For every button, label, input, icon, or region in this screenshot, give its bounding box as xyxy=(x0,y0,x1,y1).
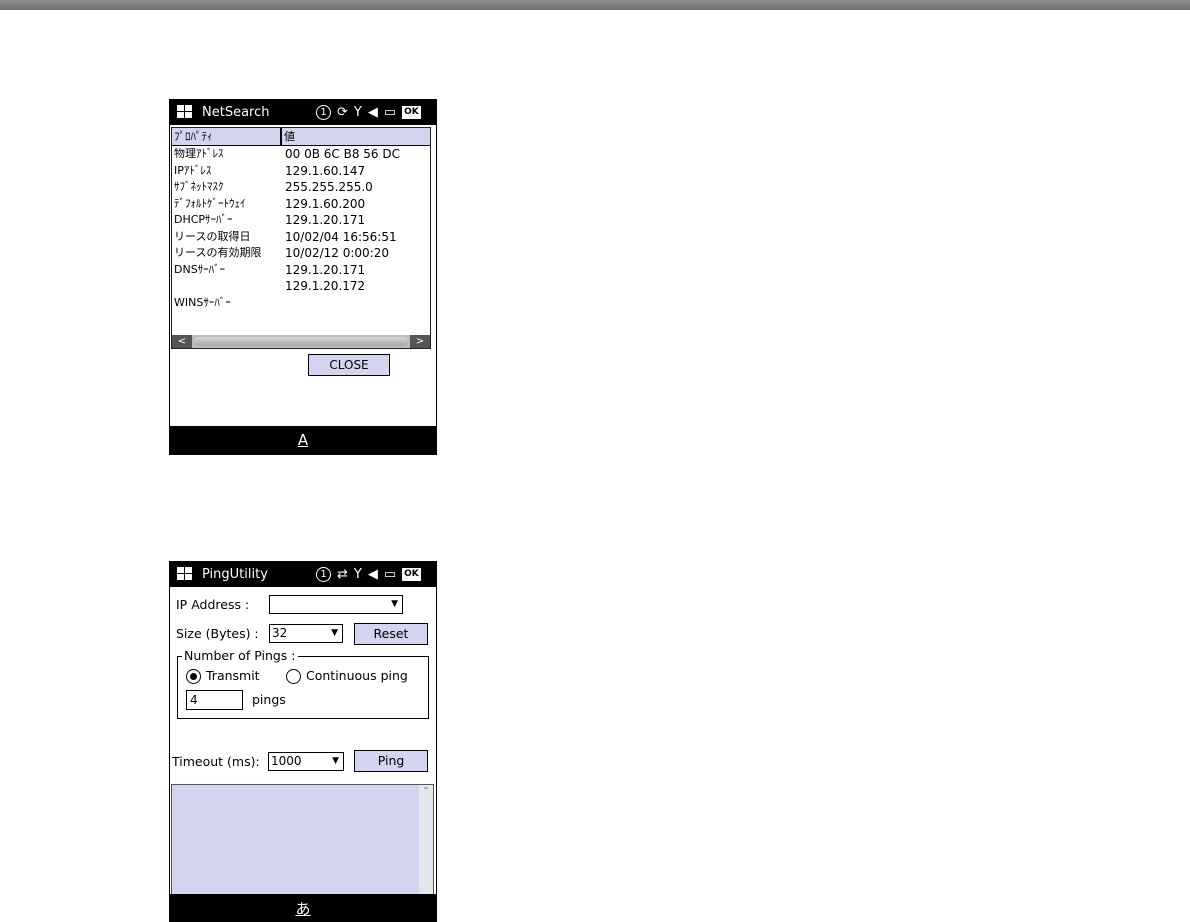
ip-address-label: IP Address : xyxy=(176,597,250,612)
value-cell: 255.255.255.0 xyxy=(285,180,373,194)
continuous-ping-radio[interactable] xyxy=(286,669,301,684)
pingutility-screen: PingUtility 1 ⇄ Y ◀ ▭ OK IP Address : ▼ … xyxy=(169,561,437,922)
value-cell: 10/02/12 0:00:20 xyxy=(285,246,389,260)
input-mode-label[interactable]: あ xyxy=(295,898,310,919)
property-cell xyxy=(172,278,285,295)
sync-icon: ⟳ xyxy=(337,105,348,120)
grid-header: ﾌﾟﾛﾊﾟﾃｨ 値 xyxy=(172,128,430,146)
table-row[interactable]: リースの有効期限 10/02/12 0:00:20 xyxy=(172,245,430,262)
property-grid: ﾌﾟﾛﾊﾟﾃｨ 値 物理ｱﾄﾞﾚｽ 00 0B 6C B8 56 DC IPｱﾄﾞﾚ… xyxy=(171,127,431,349)
start-menu-icon[interactable] xyxy=(177,105,194,120)
input-mode-label[interactable]: A xyxy=(298,431,308,449)
column-header-value[interactable]: 値 xyxy=(282,128,430,145)
size-value: 32 xyxy=(272,626,288,640)
property-cell: IPｱﾄﾞﾚｽ xyxy=(174,163,212,177)
app-title: NetSearch xyxy=(202,105,270,120)
chevron-down-icon[interactable]: ▼ xyxy=(331,625,338,642)
app-title: PingUtility xyxy=(202,567,268,582)
value-cell: 10/02/04 16:56:51 xyxy=(285,229,397,244)
table-row[interactable]: ﾃﾞﾌｫﾙﾄｹﾞｰﾄｳｪｲ 129.1.60.200 xyxy=(172,196,430,213)
scroll-up-icon[interactable]: ⌃ xyxy=(419,785,433,799)
timeout-label: Timeout (ms): xyxy=(172,754,260,769)
table-row[interactable]: 物理ｱﾄﾞﾚｽ 00 0B 6C B8 56 DC xyxy=(172,146,430,163)
start-menu-icon[interactable] xyxy=(177,567,194,582)
input-method-bar[interactable]: A xyxy=(170,426,436,454)
signal-icon: Y xyxy=(353,105,362,120)
reset-button[interactable]: Reset xyxy=(354,623,428,645)
value-cell: 129.1.20.172 xyxy=(285,279,366,293)
pings-count-input[interactable]: 4 xyxy=(186,690,243,710)
data-transfer-icon: ⇄ xyxy=(337,567,348,582)
ping-button[interactable]: Ping xyxy=(354,750,428,772)
scroll-left-icon[interactable]: < xyxy=(172,335,192,348)
value-cell: 00 0B 6C B8 56 DC xyxy=(285,147,400,161)
property-cell: ｻﾌﾞﾈｯﾄﾏｽｸ xyxy=(174,180,224,193)
signal-icon: Y xyxy=(353,567,362,582)
property-cell: DHCPｻｰﾊﾞｰ xyxy=(174,213,233,226)
chevron-down-icon[interactable]: ▼ xyxy=(391,596,398,613)
status-bar: PingUtility 1 ⇄ Y ◀ ▭ OK xyxy=(170,562,436,587)
ok-icon[interactable]: OK xyxy=(402,568,421,581)
transmit-radio[interactable] xyxy=(186,669,201,684)
close-button[interactable]: CLOSE xyxy=(308,354,390,376)
table-row[interactable]: 129.1.20.172 xyxy=(172,278,430,295)
table-row[interactable]: ｻﾌﾞﾈｯﾄﾏｽｸ 255.255.255.0 xyxy=(172,179,430,196)
continuous-ping-label[interactable]: Continuous ping xyxy=(306,668,408,683)
status-bar: NetSearch 1 ⟳ Y ◀ ▭ OK xyxy=(170,100,436,125)
property-cell: リースの取得日 xyxy=(174,229,251,243)
group-title: Number of Pings : xyxy=(182,648,298,663)
transmit-label[interactable]: Transmit xyxy=(206,668,260,683)
value-cell: 129.1.20.171 xyxy=(285,262,366,277)
battery-icon: ▭ xyxy=(383,567,397,582)
ok-icon[interactable]: OK xyxy=(402,106,421,119)
size-combo[interactable]: 32 ▼ xyxy=(269,624,343,643)
table-row[interactable]: リースの取得日 10/02/04 16:56:51 xyxy=(172,229,430,246)
netsearch-screen: NetSearch 1 ⟳ Y ◀ ▭ OK ﾌﾟﾛﾊﾟﾃｨ 値 物理ｱﾄﾞﾚｽ… xyxy=(169,99,437,455)
scroll-right-icon[interactable]: > xyxy=(410,335,430,348)
circled-one-icon: 1 xyxy=(316,567,331,582)
horizontal-scrollbar[interactable]: < > xyxy=(172,335,430,348)
ip-address-combo[interactable]: ▼ xyxy=(269,595,403,614)
pings-label: pings xyxy=(252,692,286,707)
property-cell: WINSｻｰﾊﾞｰ xyxy=(174,295,231,309)
property-cell: リースの有効期限 xyxy=(174,246,262,259)
value-cell xyxy=(285,295,430,312)
timeout-value: 1000 xyxy=(271,754,302,768)
chevron-down-icon[interactable]: ▼ xyxy=(332,753,339,770)
table-row[interactable]: WINSｻｰﾊﾞｰ xyxy=(172,295,430,312)
scroll-thumb[interactable] xyxy=(194,337,408,346)
input-method-bar[interactable]: あ xyxy=(170,894,436,922)
battery-icon: ▭ xyxy=(383,105,397,120)
value-cell: 129.1.60.147 xyxy=(285,163,366,178)
value-cell: 129.1.60.200 xyxy=(285,196,366,211)
table-row[interactable]: DHCPｻｰﾊﾞｰ 129.1.20.171 xyxy=(172,212,430,229)
circled-one-icon: 1 xyxy=(316,105,331,120)
number-of-pings-group: Number of Pings : Transmit Continuous pi… xyxy=(177,648,429,719)
property-cell: ﾃﾞﾌｫﾙﾄｹﾞｰﾄｳｪｲ xyxy=(174,196,246,210)
property-cell: 物理ｱﾄﾞﾚｽ xyxy=(174,147,224,160)
volume-icon: ◀ xyxy=(367,567,378,582)
table-row[interactable]: IPｱﾄﾞﾚｽ 129.1.60.147 xyxy=(172,163,430,180)
size-label: Size (Bytes) : xyxy=(176,626,259,641)
value-cell: 129.1.20.171 xyxy=(285,213,366,227)
property-cell: DNSｻｰﾊﾞｰ xyxy=(174,262,226,276)
column-header-property[interactable]: ﾌﾟﾛﾊﾟﾃｨ xyxy=(172,128,282,145)
document-header-bar xyxy=(0,0,1190,10)
table-row[interactable]: DNSｻｰﾊﾞｰ 129.1.20.171 xyxy=(172,262,430,279)
grid-rows: 物理ｱﾄﾞﾚｽ 00 0B 6C B8 56 DC IPｱﾄﾞﾚｽ 129.1.60.… xyxy=(172,146,430,311)
timeout-combo[interactable]: 1000 ▼ xyxy=(268,752,344,771)
volume-icon: ◀ xyxy=(367,105,378,120)
